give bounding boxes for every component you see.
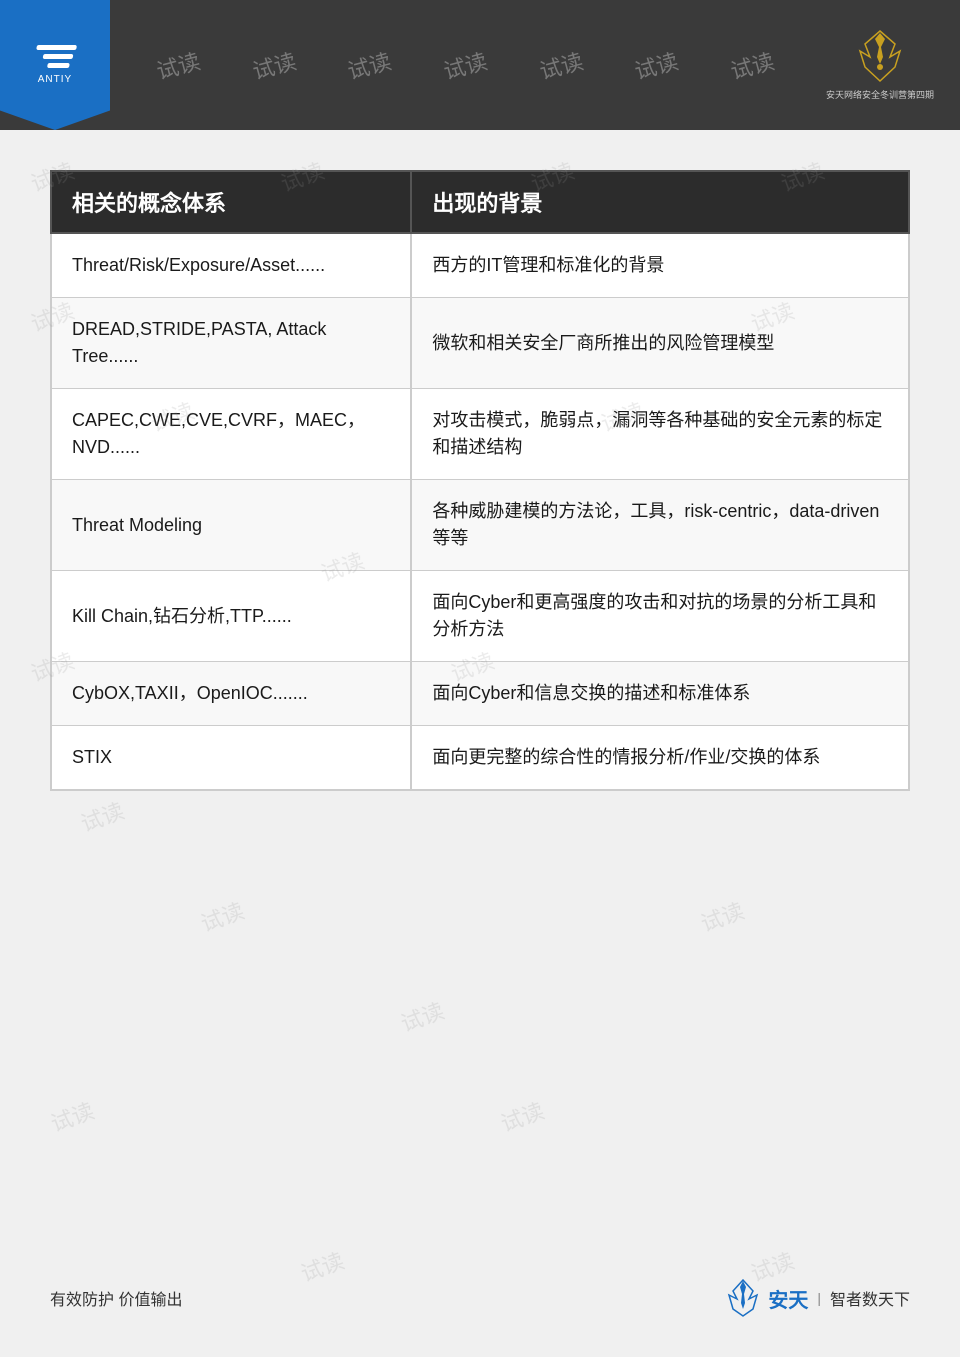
wm-4: 试读: [440, 44, 491, 86]
header-watermarks: 试读 试读 试读 试读 试读 试读 试读: [110, 49, 820, 81]
body-wm-10: 试读: [696, 893, 748, 938]
col1-header: 相关的概念体系: [51, 171, 411, 233]
table-cell-left: CybOX,TAXII，OpenIOC.......: [51, 662, 411, 726]
footer-slogan: 有效防护 价值输出: [50, 1286, 182, 1310]
table-body: Threat/Risk/Exposure/Asset......西方的IT管理和…: [51, 233, 909, 790]
logo-stripes-icon: [33, 45, 77, 68]
table-row: DREAD,STRIDE,PASTA, Attack Tree......微软和…: [51, 298, 909, 389]
table-header-row: 相关的概念体系 出现的背景: [51, 171, 909, 233]
wm-3: 试读: [344, 44, 395, 86]
wm-2: 试读: [248, 44, 299, 86]
col2-header: 出现的背景: [411, 171, 909, 233]
table-cell-left: DREAD,STRIDE,PASTA, Attack Tree......: [51, 298, 411, 389]
table-row: Threat Modeling各种威胁建模的方法论，工具，risk-centri…: [51, 480, 909, 571]
body-wm-19: 试读: [396, 993, 448, 1038]
footer-logo-sub: 智者数天下: [830, 1286, 910, 1310]
table-row: CAPEC,CWE,CVE,CVRF，MAEC，NVD......对攻击模式，脆…: [51, 389, 909, 480]
data-table: 相关的概念体系 出现的背景 Threat/Risk/Exposure/Asset…: [50, 170, 910, 791]
table-row: STIX面向更完整的综合性的情报分析/作业/交换的体系: [51, 726, 909, 791]
wm-7: 试读: [727, 44, 778, 86]
wm-5: 试读: [535, 44, 586, 86]
footer: 有效防护 价值输出 安天 | 智者数天下: [0, 1279, 960, 1317]
wm-6: 试读: [631, 44, 682, 86]
table-row: Threat/Risk/Exposure/Asset......西方的IT管理和…: [51, 233, 909, 298]
table-cell-right: 各种威胁建模的方法论，工具，risk-centric，data-driven等等: [411, 480, 909, 571]
header-right-subtitle: 安天网络安全冬训营第四期: [826, 88, 934, 101]
header-right-logo-icon: [845, 29, 915, 84]
table-cell-left: CAPEC,CWE,CVE,CVRF，MAEC，NVD......: [51, 389, 411, 480]
table-cell-right: 面向Cyber和信息交换的描述和标准体系: [411, 662, 909, 726]
table-cell-right: 面向更完整的综合性的情报分析/作业/交换的体系: [411, 726, 909, 791]
footer-logo-text: 安天: [768, 1284, 808, 1313]
header-logo-right: 安天网络安全冬训营第四期: [820, 25, 940, 105]
table-row: CybOX,TAXII，OpenIOC.......面向Cyber和信息交换的描…: [51, 662, 909, 726]
footer-logo-icon: [723, 1279, 763, 1317]
table-cell-left: Kill Chain,钻石分析,TTP......: [51, 571, 411, 662]
table-cell-right: 对攻击模式，脆弱点，漏洞等各种基础的安全元素的标定和描述结构: [411, 389, 909, 480]
table-cell-left: Threat/Risk/Exposure/Asset......: [51, 233, 411, 298]
table-cell-right: 西方的IT管理和标准化的背景: [411, 233, 909, 298]
table-cell-right: 面向Cyber和更高强度的攻击和对抗的场景的分析工具和分析方法: [411, 571, 909, 662]
body-wm-11: 试读: [46, 1093, 98, 1138]
footer-logo: 安天 | 智者数天下: [723, 1279, 910, 1317]
logo-area: ANTIY: [0, 0, 110, 130]
body-wm-9: 试读: [196, 893, 248, 938]
wm-1: 试读: [152, 44, 203, 86]
table-cell-right: 微软和相关安全厂商所推出的风险管理模型: [411, 298, 909, 389]
logo-text: ANTIY: [38, 74, 72, 85]
table-cell-left: Threat Modeling: [51, 480, 411, 571]
header: ANTIY 试读 试读 试读 试读 试读 试读 试读 安天网络安全冬训营第四期: [0, 0, 960, 130]
main-content: 相关的概念体系 出现的背景 Threat/Risk/Exposure/Asset…: [0, 130, 960, 831]
table-row: Kill Chain,钻石分析,TTP......面向Cyber和更高强度的攻击…: [51, 571, 909, 662]
body-wm-12: 试读: [496, 1093, 548, 1138]
table-cell-left: STIX: [51, 726, 411, 791]
